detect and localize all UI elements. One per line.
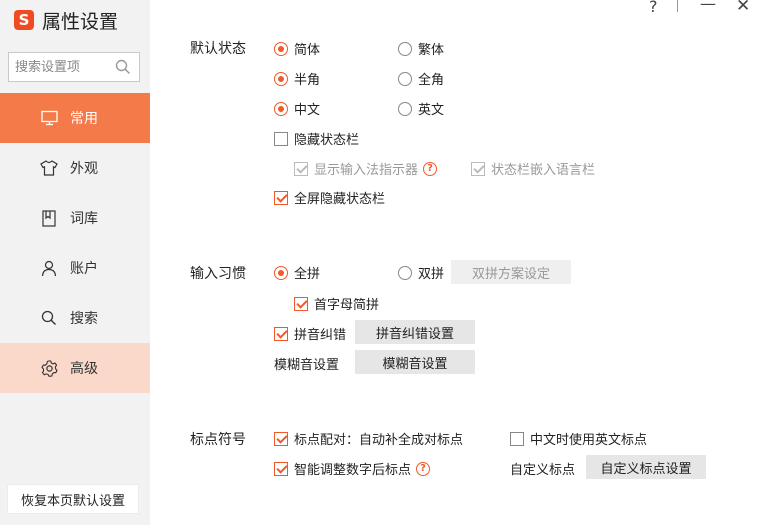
option-label: 首字母简拼 [314, 298, 380, 313]
pinyin-correction-settings-button[interactable]: 拼音纠错设置 [355, 320, 475, 344]
book-icon [40, 209, 58, 227]
titlebar-divider [677, 0, 678, 12]
custom-punct-settings-button[interactable]: 自定义标点设置 [586, 455, 706, 479]
monitor-icon [40, 109, 58, 127]
sidebar-item-label: 外观 [70, 161, 98, 177]
sidebar-item-advanced[interactable]: 高级 [0, 343, 150, 393]
option-label: 全拼 [294, 267, 321, 282]
reset-defaults-button[interactable]: 恢复本页默认设置 [7, 484, 139, 514]
option-label: 状态栏嵌入语言栏 [491, 163, 596, 178]
sidebar-item-label: 高级 [70, 361, 98, 377]
checkbox-hide-status-bar[interactable]: 隐藏状态栏 [274, 129, 359, 148]
gear-icon [40, 359, 58, 377]
search-icon [40, 309, 58, 327]
checkbox-indicator[interactable] [294, 161, 308, 176]
checkbox-smart-digit-punct[interactable]: 智能调整数字后标点 ? [274, 459, 431, 478]
option-label: 全角 [418, 73, 445, 88]
help-button[interactable]: ? [649, 0, 658, 16]
sidebar-item-common[interactable]: 常用 [0, 93, 150, 143]
fuzzy-sound-settings-button[interactable]: 模糊音设置 [355, 350, 475, 374]
minimize-button[interactable]: — [700, 0, 716, 13]
option-label: 显示输入法指示器 [314, 163, 419, 178]
option-label: 半角 [294, 73, 321, 88]
checkbox-initials-abbrev[interactable]: 首字母简拼 [294, 294, 379, 313]
option-label: 英文 [418, 103, 445, 118]
radio-indicator[interactable] [398, 265, 412, 280]
sidebar-item-label: 账户 [70, 261, 98, 277]
checkbox-indicator[interactable] [294, 296, 308, 311]
sidebar: S 属性设置 常用 外观 词库 [0, 0, 150, 525]
radio-indicator[interactable] [274, 101, 288, 116]
app-title: 属性设置 [42, 10, 119, 33]
sidebar-item-account[interactable]: 账户 [0, 243, 150, 293]
option-label: 全屏隐藏状态栏 [294, 192, 386, 207]
radio-indicator[interactable] [274, 265, 288, 280]
checkbox-auto-pair[interactable]: 标点配对：自动补全成对标点 [274, 429, 463, 448]
user-icon [40, 259, 58, 277]
checkbox-english-punct[interactable]: 中文时使用英文标点 [510, 429, 647, 448]
app-logo: S 属性设置 [14, 6, 118, 34]
option-label: 智能调整数字后标点 [294, 463, 412, 478]
section-title-punctuation: 标点符号 [190, 432, 246, 448]
sogou-logo-icon: S [14, 10, 34, 30]
section-title-default-status: 默认状态 [190, 41, 246, 57]
radio-traditional[interactable]: 繁体 [398, 39, 444, 58]
checkbox-indicator[interactable] [274, 461, 288, 476]
search-box[interactable] [8, 52, 140, 82]
question-icon[interactable]: ? [423, 161, 438, 176]
checkbox-fullscreen-hide[interactable]: 全屏隐藏状态栏 [274, 188, 385, 207]
double-pinyin-scheme-button[interactable]: 双拼方案设定 [451, 260, 571, 284]
checkbox-indicator[interactable] [274, 431, 288, 446]
checkbox-indicator[interactable] [274, 131, 288, 146]
radio-indicator[interactable] [274, 41, 288, 56]
radio-simplified[interactable]: 简体 [274, 39, 320, 58]
sidebar-item-appearance[interactable]: 外观 [0, 143, 150, 193]
option-label: 隐藏状态栏 [294, 133, 360, 148]
section-title-input-habit: 输入习惯 [190, 266, 246, 282]
sidebar-item-label: 搜索 [70, 311, 98, 327]
option-label: 繁体 [418, 43, 445, 58]
sidebar-nav: 常用 外观 词库 账户 搜索 高级 [0, 93, 150, 393]
radio-indicator[interactable] [398, 71, 412, 86]
radio-indicator[interactable] [398, 101, 412, 116]
radio-full-width[interactable]: 全角 [398, 69, 444, 88]
radio-indicator[interactable] [274, 71, 288, 86]
option-label: 中文时使用英文标点 [530, 433, 648, 448]
sidebar-item-dictionary[interactable]: 词库 [0, 193, 150, 243]
option-label: 双拼 [418, 267, 445, 282]
radio-double-pinyin[interactable]: 双拼 [398, 263, 444, 282]
radio-indicator[interactable] [398, 41, 412, 56]
radio-chinese[interactable]: 中文 [274, 99, 320, 118]
sidebar-item-label: 词库 [70, 211, 98, 227]
search-input[interactable] [15, 59, 115, 75]
close-button[interactable]: ✕ [736, 0, 750, 16]
radio-english[interactable]: 英文 [398, 99, 444, 118]
checkbox-indicator[interactable] [274, 190, 288, 205]
checkbox-show-ime-indicator[interactable]: 显示输入法指示器 ? [294, 159, 438, 178]
custom-punct-label: 自定义标点 [510, 463, 576, 478]
question-icon[interactable]: ? [416, 461, 431, 476]
checkbox-pinyin-correction[interactable]: 拼音纠错 [274, 324, 346, 343]
sidebar-item-search[interactable]: 搜索 [0, 293, 150, 343]
checkbox-embed-lang-bar[interactable]: 状态栏嵌入语言栏 [471, 159, 595, 178]
fuzzy-sound-label: 模糊音设置 [274, 358, 340, 373]
radio-half-width[interactable]: 半角 [274, 69, 320, 88]
option-label: 中文 [294, 103, 321, 118]
option-label: 标点配对：自动补全成对标点 [294, 433, 464, 448]
sidebar-item-label: 常用 [70, 111, 98, 127]
search-icon[interactable] [115, 59, 131, 75]
radio-full-pinyin[interactable]: 全拼 [274, 263, 320, 282]
checkbox-indicator[interactable] [510, 431, 524, 446]
tshirt-icon [40, 159, 58, 177]
checkbox-indicator[interactable] [471, 161, 485, 176]
checkbox-indicator[interactable] [274, 326, 288, 341]
option-label: 简体 [294, 43, 321, 58]
option-label: 拼音纠错 [294, 328, 347, 343]
